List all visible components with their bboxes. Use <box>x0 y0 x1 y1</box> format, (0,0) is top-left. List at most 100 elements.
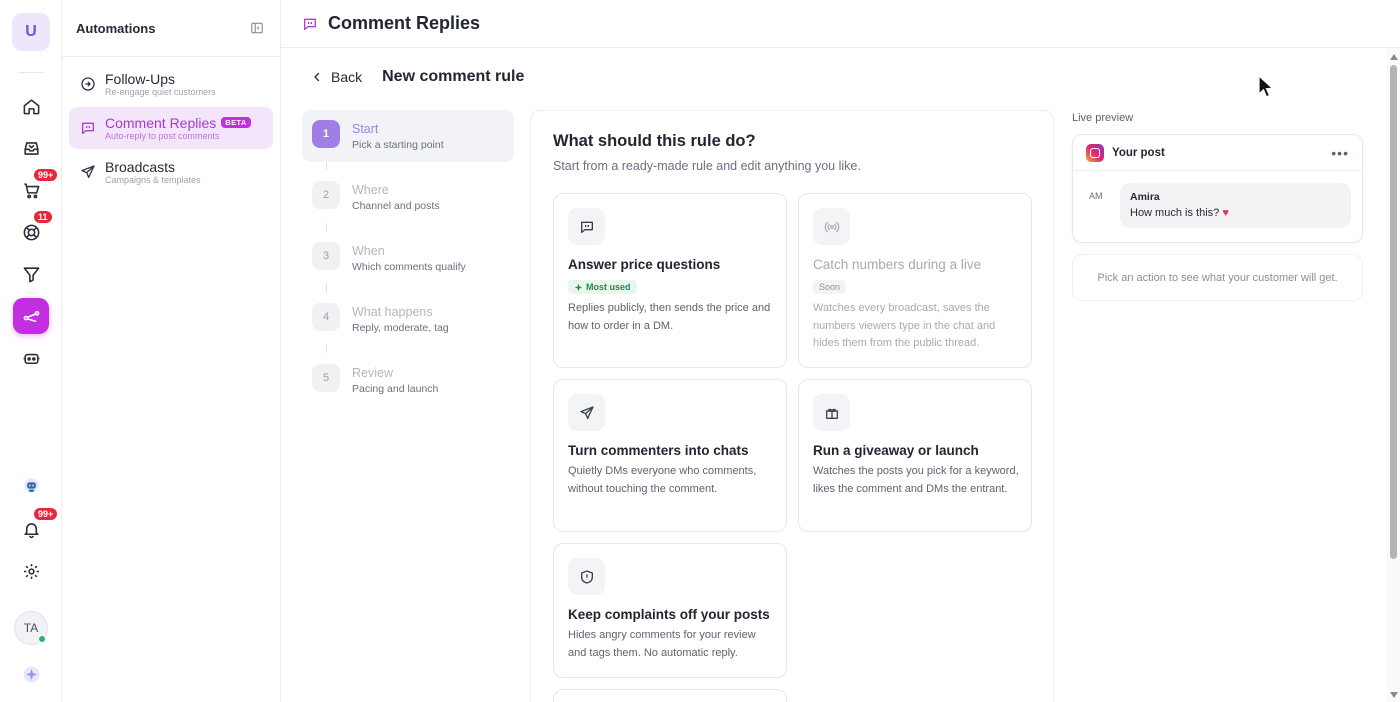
sparkle-button[interactable] <box>13 656 49 692</box>
assistant-button[interactable] <box>13 467 49 503</box>
card-title: Keep complaints off your posts <box>568 607 770 622</box>
scrollbar-thumb[interactable] <box>1390 65 1397 559</box>
settings-button[interactable] <box>13 553 49 589</box>
post-preview-card: Your post ••• AM Amira How much is this?… <box>1072 134 1363 243</box>
step-start[interactable]: 1 Start Pick a starting point <box>302 110 514 170</box>
card-description: Replies publicly, then sends the price a… <box>568 302 771 332</box>
step-number: 3 <box>312 242 340 270</box>
step-label: Review <box>352 366 393 380</box>
back-button[interactable]: Back <box>311 69 362 85</box>
paper-plane-icon <box>568 394 605 431</box>
step-label: Start <box>352 122 379 136</box>
lifebuoy-icon <box>23 224 39 240</box>
inbox-button[interactable] <box>13 130 49 166</box>
scroll-down-arrow-icon[interactable] <box>1390 692 1398 698</box>
automation-icon <box>23 310 39 322</box>
scroll-up-arrow-icon[interactable] <box>1390 54 1398 60</box>
post-title: Your post <box>1112 146 1165 159</box>
support-button[interactable]: 11 <box>13 210 53 250</box>
template-card-keep-complaints-off[interactable]: Keep complaints off your posts Hides ang… <box>553 543 787 678</box>
user-avatar[interactable]: TA <box>14 611 48 645</box>
step-number: 5 <box>312 364 340 392</box>
shield-icon <box>568 558 605 595</box>
page-scrollbar[interactable] <box>1387 48 1400 702</box>
bot-button[interactable] <box>13 340 49 376</box>
orders-badge: 99+ <box>33 168 59 182</box>
nav-title: Automations <box>76 20 156 36</box>
orders-button[interactable]: 99+ <box>13 168 59 208</box>
follow-up-icon <box>79 75 97 93</box>
beta-badge: BETA <box>221 117 251 128</box>
step-connector <box>326 284 327 292</box>
card-description: Watches the posts you pick for a keyword… <box>813 465 1019 495</box>
step-sublabel: Reply, moderate, tag <box>352 322 449 334</box>
live-preview-label: Live preview <box>1072 112 1134 124</box>
sidebar-item-follow-ups[interactable]: Follow-Ups Re-engage quiet customers <box>69 63 273 105</box>
workspace-logo[interactable]: U <box>12 13 50 51</box>
template-card-answer-price[interactable]: Answer price questions Most used Replies… <box>553 193 787 368</box>
gear-icon <box>23 563 39 579</box>
step-what-happens[interactable]: 4 What happens Reply, moderate, tag <box>302 293 514 353</box>
rule-title: New comment rule <box>382 68 525 85</box>
user-initials: TA <box>23 621 39 635</box>
commenter-avatar: AM <box>1089 191 1103 201</box>
funnel-icon <box>23 266 39 282</box>
card-description: Quietly DMs everyone who comments, witho… <box>568 465 757 495</box>
automations-button[interactable] <box>13 298 49 334</box>
step-when[interactable]: 3 When Which comments qualify <box>302 232 514 292</box>
step-number: 1 <box>312 120 340 148</box>
step-label: Where <box>352 183 389 197</box>
chevron-left-icon <box>314 72 320 82</box>
comment-bubble: Amira How much is this? ♥ <box>1120 183 1351 228</box>
notifications-button[interactable]: 99+ <box>13 507 59 547</box>
step-number: 4 <box>312 303 340 331</box>
bell-icon <box>23 522 39 538</box>
card-title: Answer price questions <box>568 257 721 272</box>
template-card-catch-numbers: Catch numbers during a live Soon Watches… <box>798 193 1032 368</box>
card-description: Hides angry comments for your review and… <box>568 629 756 659</box>
home-button[interactable] <box>13 88 49 124</box>
automations-nav: Automations Follow-Ups Re-engage quiet c… <box>62 0 281 702</box>
step-review[interactable]: 5 Review Pacing and launch <box>302 354 514 406</box>
commenter-name: Amira <box>1130 191 1160 203</box>
post-preview-header: Your post ••• <box>1073 135 1362 171</box>
panel-title: What should this rule do? <box>553 132 756 150</box>
sparkle-icon <box>23 666 39 682</box>
send-icon <box>79 163 97 181</box>
comment-icon <box>302 16 318 32</box>
panel-subtitle: Start from a ready-made rule and edit an… <box>553 159 861 173</box>
template-card-commenters-to-chats[interactable]: Turn commenters into chats Quietly DMs e… <box>553 379 787 532</box>
sidebar-item-comment-replies[interactable]: Comment Replies BETA Auto-reply to post c… <box>69 107 273 149</box>
wizard-stepper: 1 Start Pick a starting point 2 Where Ch… <box>302 110 514 415</box>
main-content: Comment Replies Back New comment rule 1 … <box>281 0 1400 702</box>
comment-text: How much is this? <box>1130 207 1220 219</box>
mouse-cursor-icon <box>1258 75 1274 98</box>
sidebar-item-sublabel: Campaigns & templates <box>105 174 201 185</box>
step-label: What happens <box>352 305 433 319</box>
collapse-sidebar-button[interactable] <box>248 19 266 37</box>
filter-button[interactable] <box>13 256 49 292</box>
sparkle-icon <box>574 283 583 291</box>
step-sublabel: Pacing and launch <box>352 383 439 395</box>
step-sublabel: Channel and posts <box>352 200 440 212</box>
soon-tag: Soon <box>813 280 847 294</box>
step-connector <box>326 345 327 353</box>
online-status-dot <box>38 635 46 643</box>
step-sublabel: Which comments qualify <box>352 261 466 273</box>
sidebar-item-label: Broadcasts <box>105 158 176 175</box>
comment-icon <box>79 119 97 137</box>
step-connector <box>326 223 327 231</box>
template-card-giveaway[interactable]: Run a giveaway or launch Watches the pos… <box>798 379 1032 532</box>
preview-hint: Pick an action to see what your customer… <box>1072 254 1363 301</box>
sidebar-item-broadcasts[interactable]: Broadcasts Campaigns & templates <box>69 151 273 193</box>
rule-template-panel: What should this rule do? Start from a r… <box>530 110 1054 702</box>
more-options-icon[interactable]: ••• <box>1331 145 1349 161</box>
template-card-more[interactable] <box>553 689 787 702</box>
step-where[interactable]: 2 Where Channel and posts <box>302 171 514 231</box>
breadcrumb: Back New comment rule <box>311 66 524 88</box>
icon-rail: U 99+ 11 99+ TA <box>0 0 62 702</box>
inbox-icon <box>23 141 39 155</box>
home-icon <box>23 98 39 114</box>
tag-label: Most used <box>586 282 631 292</box>
heart-icon: ♥ <box>1222 207 1229 219</box>
